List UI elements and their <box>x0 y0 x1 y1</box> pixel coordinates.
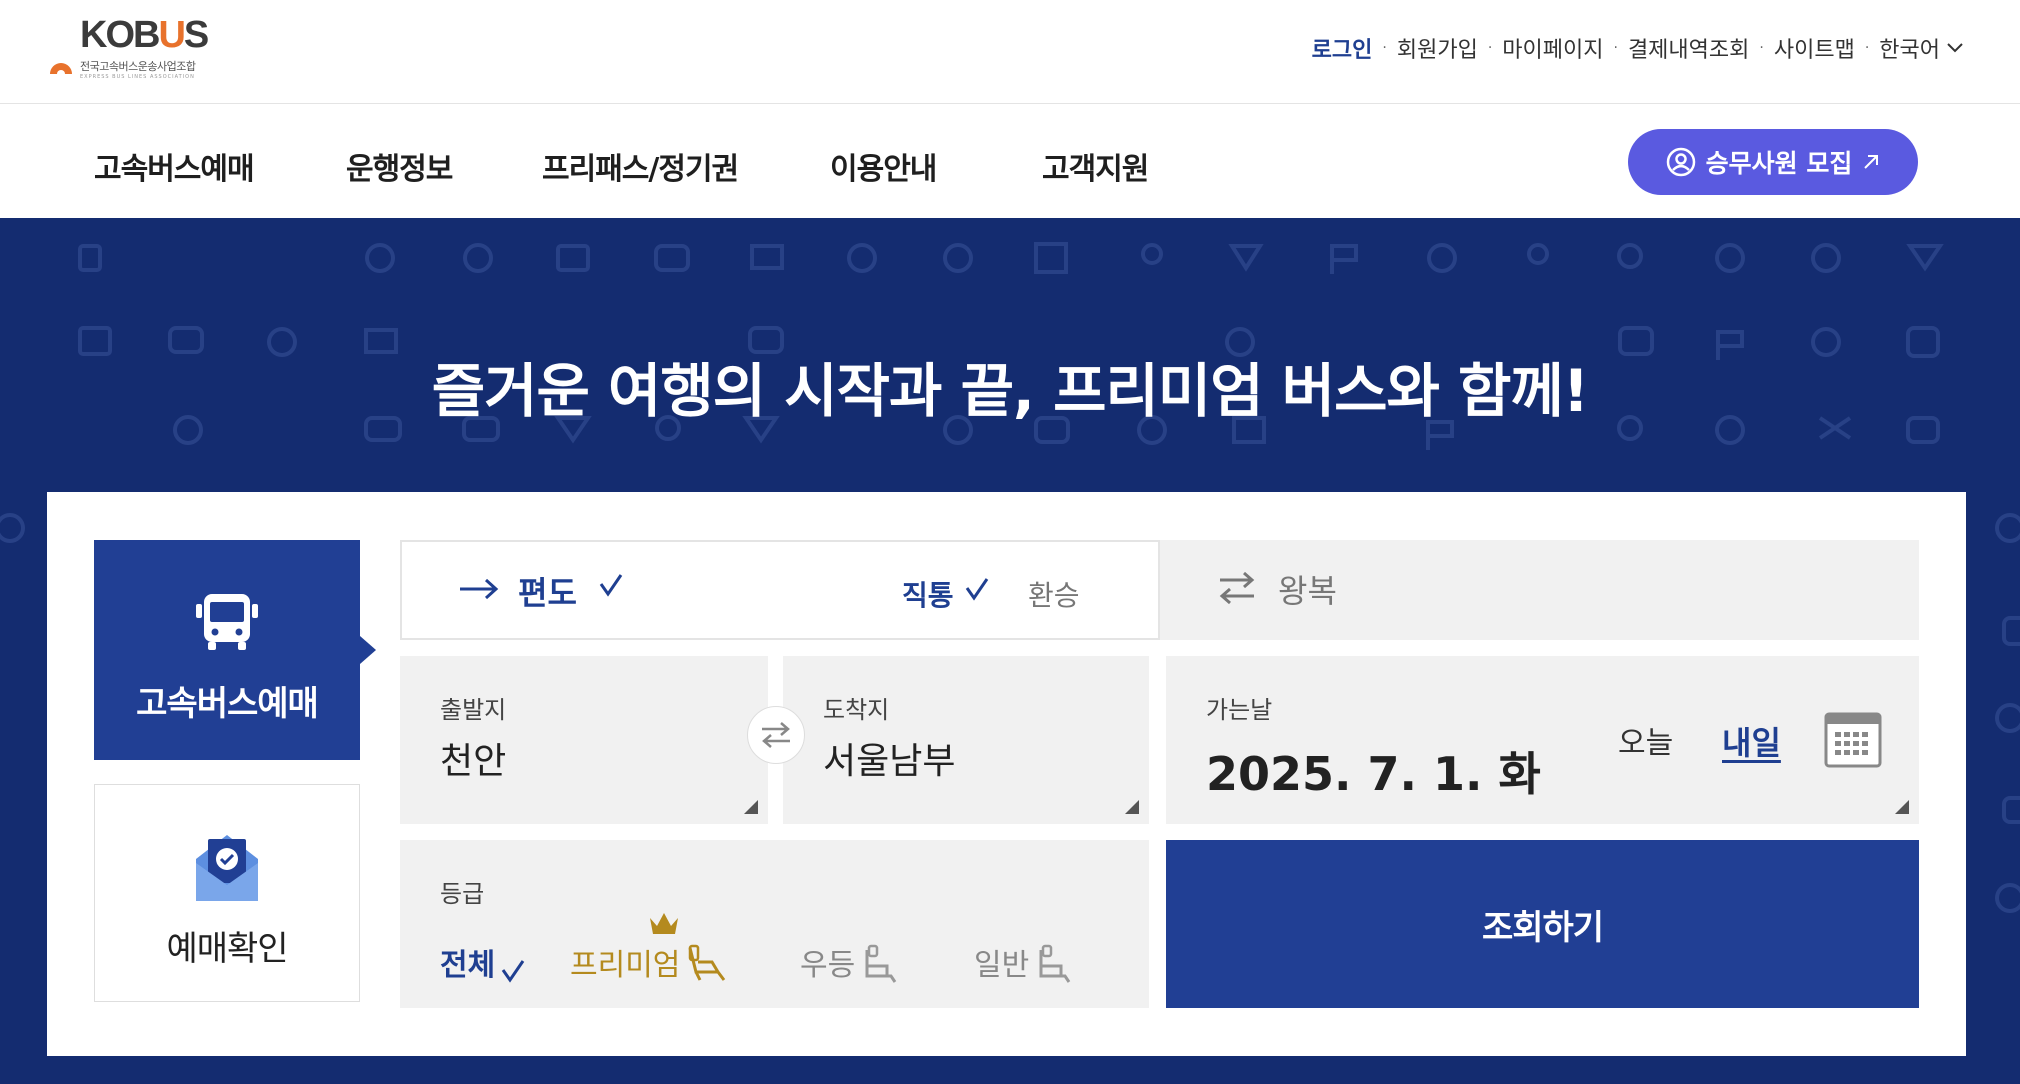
grade-udeung-label: 우등 <box>800 948 856 983</box>
language-label: 한국어 <box>1879 38 1940 63</box>
sitemap-link[interactable]: 사이트맵 <box>1774 32 1855 64</box>
mypage-link[interactable]: 마이페이지 <box>1502 32 1603 64</box>
grade-all-label: 전체 <box>440 948 496 983</box>
utility-menu: 로그인 · 회원가입 · 마이페이지 · 결제내역조회 · 사이트맵 · 한국어 <box>1312 32 1964 64</box>
oneway-label: 편도 <box>518 574 577 612</box>
login-link[interactable]: 로그인 <box>1312 32 1373 64</box>
corner-marker <box>1895 800 1909 814</box>
booking-panel: 고속버스예매 예매확인 편도 직통 환승 왕복 출발지 천안 도착지 서울남부 … <box>47 492 1966 1056</box>
search-button[interactable]: 조회하기 <box>1166 840 1919 1008</box>
seat-icon <box>688 944 726 981</box>
nav-express-bus-booking[interactable]: 고속버스예매 <box>94 144 255 188</box>
logo-mark-icon <box>50 63 72 78</box>
logo-subtitle: 전국고속버스운송사업조합 <box>80 60 196 73</box>
direct-option[interactable]: 직통 <box>902 574 954 614</box>
grade-premium-option[interactable]: 프리미엄 <box>570 940 730 984</box>
today-button[interactable]: 오늘 <box>1618 718 1673 762</box>
check-icon <box>501 960 525 983</box>
check-icon <box>599 574 623 597</box>
recruit-button[interactable]: 승무사원 모집 <box>1628 129 1918 195</box>
grade-normal-option[interactable]: 일반 <box>974 940 1075 984</box>
grade-field: 등급 전체 프리미엄 우등 일반 <box>400 840 1149 1008</box>
nav-usage-guide[interactable]: 이용안내 <box>830 144 937 188</box>
corner-marker <box>744 800 758 814</box>
grade-all-option[interactable]: 전체 <box>440 940 525 984</box>
swap-icon <box>762 722 790 748</box>
bus-icon <box>196 594 258 650</box>
seat-icon <box>1039 944 1071 983</box>
nav-customer-support[interactable]: 고객지원 <box>1042 144 1149 188</box>
payment-history-link[interactable]: 결제내역조회 <box>1628 32 1749 64</box>
oneway-option[interactable]: 편도 직통 환승 <box>400 540 1160 640</box>
swap-icon <box>1219 571 1255 605</box>
external-arrow-icon <box>1864 155 1879 169</box>
departure-field[interactable]: 출발지 천안 <box>400 656 768 824</box>
grade-udeung-option[interactable]: 우등 <box>800 940 901 984</box>
swap-stations-button[interactable] <box>747 706 805 764</box>
arrival-value: 서울남부 <box>823 741 956 782</box>
util-separator: · <box>1382 40 1387 56</box>
transfer-option[interactable]: 환승 <box>1028 574 1080 614</box>
util-separator: · <box>1613 40 1618 56</box>
hero-title: 즐거운 여행의 시작과 끝, 프리미엄 버스와 함께! <box>431 357 1589 425</box>
mail-check-icon <box>196 835 258 901</box>
roundtrip-option[interactable]: 왕복 <box>1160 540 1919 640</box>
grade-premium-label: 프리미엄 <box>570 948 681 983</box>
util-separator: · <box>1864 40 1870 56</box>
arrival-label: 도착지 <box>823 696 890 724</box>
top-bar: KOBUS 전국고속버스운송사업조합 EXPRESS BUS LINES ASS… <box>0 0 2020 104</box>
logo-wordmark: KOBUS <box>80 14 209 56</box>
seat-icon <box>865 944 897 983</box>
kobus-logo[interactable]: KOBUS 전국고속버스운송사업조합 EXPRESS BUS LINES ASS… <box>46 14 226 86</box>
util-separator: · <box>1487 40 1493 56</box>
check-icon <box>965 578 989 601</box>
tab-confirm-label: 예매확인 <box>166 929 288 969</box>
tab-express-bus-booking[interactable]: 고속버스예매 <box>94 540 376 760</box>
grade-options: 전체 프리미엄 우등 일반 <box>440 913 1120 983</box>
tab-booking-confirm[interactable]: 예매확인 <box>94 784 360 1002</box>
arrow-right-icon <box>460 578 499 600</box>
util-separator: · <box>1759 40 1764 56</box>
grade-label: 등급 <box>440 880 485 908</box>
calendar-icon[interactable] <box>1824 712 1882 768</box>
departure-label: 출발지 <box>440 696 507 724</box>
chevron-down-icon <box>1947 43 1963 53</box>
logo-subtitle-en: EXPRESS BUS LINES ASSOCIATION <box>80 74 195 80</box>
language-selector[interactable]: 한국어 <box>1879 32 1964 64</box>
tomorrow-button[interactable]: 내일 <box>1722 718 1781 764</box>
corner-marker <box>1125 800 1139 814</box>
date-label: 가는날 <box>1206 696 1273 724</box>
departure-value: 천안 <box>440 741 507 782</box>
recruit-label: 승무사원 모집 <box>1705 149 1853 178</box>
nav-freepass[interactable]: 프리패스/정기권 <box>542 144 739 188</box>
roundtrip-label: 왕복 <box>1278 572 1337 610</box>
grade-normal-label: 일반 <box>974 948 1030 983</box>
arrival-field[interactable]: 도착지 서울남부 <box>783 656 1149 824</box>
departure-date-field[interactable]: 가는날 2025. 7. 1. 화 오늘 내일 <box>1166 656 1919 824</box>
signup-link[interactable]: 회원가입 <box>1397 32 1478 64</box>
crown-icon <box>650 913 678 934</box>
nav-operation-info[interactable]: 운행정보 <box>346 144 453 188</box>
person-icon <box>1666 147 1695 177</box>
tab-booking-label: 고속버스예매 <box>136 684 319 724</box>
date-value: 2025. 7. 1. 화 <box>1206 747 1541 801</box>
